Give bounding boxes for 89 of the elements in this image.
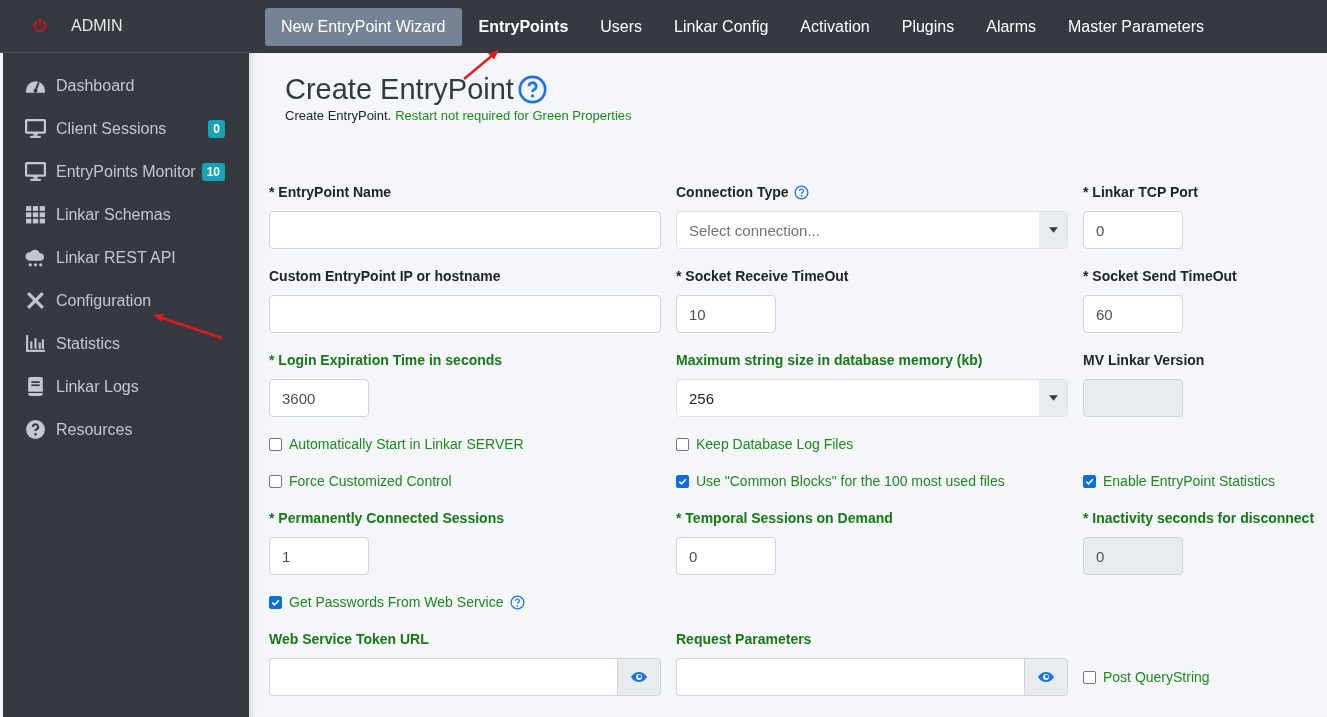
field-label: * Inactivity seconds for disconnect — [1083, 510, 1315, 526]
sidebar-item[interactable]: Configuration — [3, 279, 249, 322]
input-field[interactable]: 60 — [1083, 295, 1183, 333]
checkbox[interactable] — [676, 474, 689, 488]
restart-note: Restart not required for Green Properties — [395, 107, 632, 125]
field-label: Connection Type — [676, 184, 789, 200]
field-label: Maximum string size in database memory (kb) — [676, 352, 983, 368]
field-label: Request Parameters — [676, 631, 812, 647]
sidebar-item-label: Configuration — [56, 291, 153, 310]
show-password-button[interactable] — [1024, 658, 1068, 696]
checkbox-label: Force Customized Control — [289, 473, 452, 489]
sidebar-item[interactable]: Statistics — [3, 322, 249, 365]
caret-icon — [1048, 227, 1058, 233]
count-badge: 10 — [201, 162, 225, 181]
checkbox-label: Keep Database Log Files — [696, 436, 854, 452]
page-subtitle: Create EntryPoint. — [285, 107, 392, 125]
book-icon — [25, 376, 46, 397]
sidebar-item-label: Linkar REST API — [56, 248, 177, 267]
sidebar-item[interactable]: Client Sessions 0 — [3, 107, 249, 150]
eye-icon — [630, 671, 648, 683]
checkbox-label: Use "Common Blocks" for the 100 most used files — [696, 473, 1005, 489]
help-icon — [25, 419, 46, 440]
input-field[interactable]: 0 — [676, 537, 776, 575]
input-field[interactable] — [676, 658, 1024, 696]
monitor-icon — [25, 118, 46, 139]
monitor-icon — [25, 161, 46, 182]
grid-icon — [25, 204, 46, 225]
checkbox-label: Post QueryString — [1103, 669, 1210, 685]
help-icon[interactable] — [793, 184, 809, 200]
nav-tab[interactable]: Plugins — [885, 7, 971, 46]
sidebar-item-label: EntryPoints Monitor — [56, 162, 197, 181]
field-label: MV Linkar Version — [1083, 352, 1205, 368]
checkbox-label: Get Passwords From Web Service — [289, 594, 504, 610]
caret-icon — [1048, 395, 1058, 401]
field-label: Web Service Token URL — [269, 631, 429, 647]
admin-label: ADMIN — [71, 17, 123, 35]
checkbox[interactable] — [269, 474, 282, 488]
field-label: * Temporal Sessions on Demand — [676, 510, 893, 526]
nav-tab[interactable]: Alarms — [970, 7, 1052, 46]
nav-tab[interactable]: Master Parameters — [1052, 7, 1221, 46]
field-label: * EntryPoint Name — [269, 184, 392, 200]
sidebar-item-label: Linkar Logs — [56, 377, 140, 396]
input-field[interactable]: 10 — [676, 295, 776, 333]
sidebar-item[interactable]: Linkar REST API — [3, 236, 249, 279]
field-label: Custom EntryPoint IP or hostname — [269, 268, 501, 284]
nav-tab[interactable]: EntryPoints — [462, 7, 585, 46]
nav-tab[interactable]: Users — [584, 7, 659, 46]
checkbox[interactable] — [1083, 670, 1096, 684]
sidebar-item-label: Statistics — [56, 334, 121, 353]
eye-icon — [1037, 671, 1055, 683]
field-label: * Socket Send TimeOut — [1083, 268, 1237, 284]
page-title: Create EntryPoint — [285, 72, 514, 106]
nav-tab[interactable]: Linkar Config — [658, 7, 785, 46]
checkbox[interactable] — [269, 595, 282, 609]
field-label: * Permanently Connected Sessions — [269, 510, 504, 526]
checkbox[interactable] — [269, 437, 282, 451]
help-icon[interactable] — [517, 74, 547, 104]
checkbox[interactable] — [1083, 474, 1096, 488]
checkbox-label: Automatically Start in Linkar SERVER — [289, 436, 524, 452]
sidebar-item[interactable]: Resources — [3, 408, 249, 451]
input-field[interactable] — [269, 658, 617, 696]
count-badge: 0 — [208, 119, 225, 138]
cloud-icon — [25, 247, 46, 268]
sidebar-item[interactable]: Dashboard — [3, 64, 249, 107]
show-password-button[interactable] — [617, 658, 661, 696]
dropdown[interactable]: 256 — [676, 379, 1068, 417]
field-label: * Linkar TCP Port — [1083, 184, 1198, 200]
annotation-arrow — [152, 313, 224, 341]
wizard-button[interactable]: New EntryPoint Wizard — [265, 7, 462, 46]
sidebar-item[interactable]: Linkar Logs — [3, 365, 249, 408]
input-field[interactable]: 0 — [1083, 211, 1183, 249]
sidebar-item-label: Dashboard — [56, 76, 136, 95]
nav-tab[interactable]: Activation — [784, 7, 886, 46]
sidebar-item[interactable]: EntryPoints Monitor 10 — [3, 150, 249, 193]
input-field[interactable]: 1 — [269, 537, 369, 575]
input-field[interactable]: 3600 — [269, 379, 369, 417]
field-label: * Socket Receive TimeOut — [676, 268, 849, 284]
dropdown[interactable]: Select connection... — [676, 211, 1068, 249]
input-field[interactable] — [269, 295, 661, 333]
sidebar-item-label: Resources — [56, 420, 134, 439]
checkbox-label: Enable EntryPoint Statistics — [1103, 473, 1275, 489]
input-field[interactable] — [269, 211, 661, 249]
checkbox[interactable] — [676, 437, 689, 451]
sidebar-item-label: Linkar Schemas — [56, 205, 172, 224]
help-icon[interactable] — [510, 594, 526, 610]
bar-chart-icon — [25, 333, 46, 354]
sidebar-item[interactable]: Linkar Schemas — [3, 193, 249, 236]
field-label: * Login Expiration Time in seconds — [269, 352, 503, 368]
sidebar-item-label: Client Sessions — [56, 119, 168, 138]
